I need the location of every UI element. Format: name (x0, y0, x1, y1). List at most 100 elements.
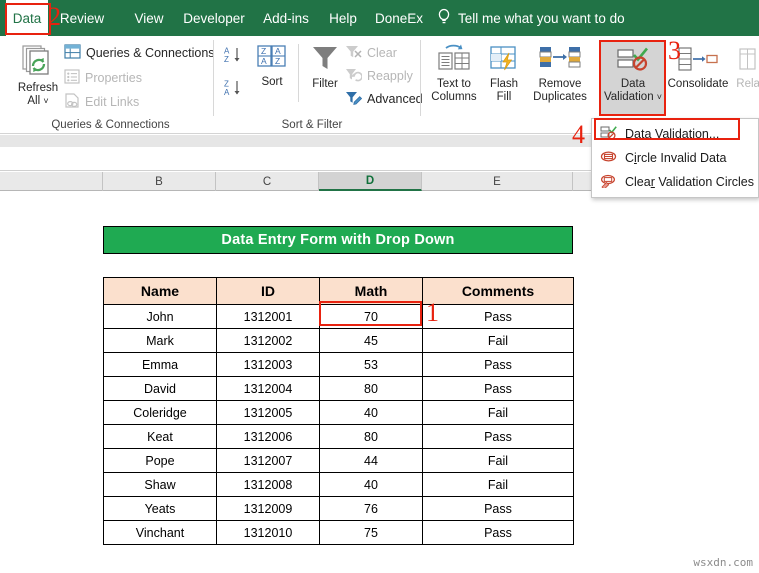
cell-comments[interactable]: Fail (423, 329, 574, 353)
filter-button[interactable]: Filter (303, 44, 347, 91)
consolidate-label: Consolidate (668, 78, 729, 91)
flash-fill-button[interactable]: Flash Fill (484, 44, 524, 104)
column-header-b[interactable]: B (103, 172, 216, 191)
svg-text:Z: Z (275, 56, 280, 66)
cell-name[interactable]: Coleridge (104, 401, 217, 425)
table-row[interactable]: John131200170Pass (104, 305, 574, 329)
cell-id[interactable]: 1312001 (217, 305, 320, 329)
annotation-number-4: 4 (572, 122, 585, 148)
cell-comments[interactable]: Pass (423, 425, 574, 449)
cell-name[interactable]: Keat (104, 425, 217, 449)
menu-item-clear-validation-circles[interactable]: Clear Validation Circles (592, 170, 758, 194)
cell-name[interactable]: Yeats (104, 497, 217, 521)
tab-review[interactable]: Review (55, 0, 109, 36)
sheet-title-banner: Data Entry Form with Drop Down (103, 226, 573, 254)
sort-descending-button[interactable]: ZA (224, 78, 246, 101)
tell-me-label: Tell me what you want to do (458, 11, 625, 26)
relationships-icon (738, 46, 759, 76)
cell-comments[interactable]: Pass (423, 353, 574, 377)
cell-math[interactable]: 44 (320, 449, 423, 473)
cell-id[interactable]: 1312008 (217, 473, 320, 497)
refresh-all-button[interactable]: Refresh All ˅ (10, 44, 66, 108)
cell-comments[interactable]: Fail (423, 473, 574, 497)
cell-id[interactable]: 1312003 (217, 353, 320, 377)
cell-id[interactable]: 1312002 (217, 329, 320, 353)
cell-math[interactable]: 70 (320, 305, 423, 329)
cell-name[interactable]: John (104, 305, 217, 329)
cell-math[interactable]: 80 (320, 377, 423, 401)
clear-filter-label: Clear (367, 46, 397, 60)
reapply-filter-button: Reapply (345, 67, 413, 85)
refresh-all-label-line2: All ˅ (27, 95, 48, 108)
queries-connections-button[interactable]: Queries & Connections (64, 44, 215, 62)
table-row[interactable]: Coleridge131200540Fail (104, 401, 574, 425)
remove-duplicates-label-line2: Duplicates (533, 91, 587, 104)
column-header-e[interactable]: E (422, 172, 573, 191)
data-validation-menu[interactable]: Data Validation... Circle Invalid Data C… (591, 118, 759, 198)
edit-links-icon (64, 93, 80, 111)
cell-name[interactable]: Shaw (104, 473, 217, 497)
cell-name[interactable]: Emma (104, 353, 217, 377)
tab-data[interactable]: Data (6, 0, 48, 36)
cell-name[interactable]: Mark (104, 329, 217, 353)
cell-id[interactable]: 1312004 (217, 377, 320, 401)
cell-math[interactable]: 80 (320, 425, 423, 449)
sort-ascending-button[interactable]: AZ (224, 45, 246, 68)
cell-id[interactable]: 1312005 (217, 401, 320, 425)
menu-item-circle-invalid-data[interactable]: Circle Invalid Data (592, 146, 758, 170)
tab-doneex[interactable]: DoneEx (371, 0, 427, 36)
cell-name[interactable]: Vinchant (104, 521, 217, 545)
data-validation-label-line2: Validation ˅ (604, 91, 662, 104)
excel-window: Data Review View Developer Add-ins Help … (0, 0, 759, 573)
tab-developer[interactable]: Developer (178, 0, 250, 36)
sort-a-to-z-icon: AZ (224, 45, 246, 68)
cell-comments[interactable]: Pass (423, 497, 574, 521)
tab-addins[interactable]: Add-ins (258, 0, 314, 36)
column-header-c[interactable]: C (216, 172, 319, 191)
table-row[interactable]: Vinchant131201075Pass (104, 521, 574, 545)
cell-math[interactable]: 45 (320, 329, 423, 353)
cell-comments[interactable]: Pass (423, 305, 574, 329)
cell-math[interactable]: 75 (320, 521, 423, 545)
cell-comments[interactable]: Pass (423, 377, 574, 401)
cell-comments[interactable]: Pass (423, 521, 574, 545)
menu-item-data-validation[interactable]: Data Validation... (592, 122, 758, 146)
cell-id[interactable]: 1312010 (217, 521, 320, 545)
cell-math[interactable]: 40 (320, 473, 423, 497)
table-row[interactable]: Pope131200744Fail (104, 449, 574, 473)
advanced-filter-button[interactable]: Advanced (345, 90, 423, 108)
tell-me-search[interactable]: Tell me what you want to do (437, 0, 625, 36)
relationships-button: Relati (731, 46, 759, 91)
cell-name[interactable]: David (104, 377, 217, 401)
text-to-columns-button[interactable]: Text to Columns (427, 44, 481, 104)
table-row[interactable]: Shaw131200840Fail (104, 473, 574, 497)
cell-id[interactable]: 1312007 (217, 449, 320, 473)
table-row[interactable]: Mark131200245Fail (104, 329, 574, 353)
cell-id[interactable]: 1312006 (217, 425, 320, 449)
group-divider-sort-filter-inner (298, 44, 299, 102)
cell-name[interactable]: Pope (104, 449, 217, 473)
reapply-filter-icon (345, 67, 362, 85)
cell-id[interactable]: 1312009 (217, 497, 320, 521)
tab-help[interactable]: Help (323, 0, 363, 36)
table-row[interactable]: Emma131200353Pass (104, 353, 574, 377)
data-validation-button[interactable]: Data Validation ˅ (601, 46, 665, 104)
sort-button[interactable]: ZAAZ Sort (250, 44, 294, 89)
table-row[interactable]: Keat131200680Pass (104, 425, 574, 449)
table-row[interactable]: David131200480Pass (104, 377, 574, 401)
tab-view-label: View (134, 11, 163, 26)
queries-connections-label: Queries & Connections (86, 46, 215, 60)
tab-view[interactable]: View (128, 0, 170, 36)
cell-comments[interactable]: Fail (423, 401, 574, 425)
lightbulb-icon (437, 8, 451, 28)
cell-comments[interactable]: Fail (423, 449, 574, 473)
clear-filter-button: Clear (345, 44, 397, 62)
cell-math[interactable]: 53 (320, 353, 423, 377)
cell-math[interactable]: 40 (320, 401, 423, 425)
cell-math[interactable]: 76 (320, 497, 423, 521)
column-header-corner[interactable] (0, 172, 103, 191)
sort-icon: ZAAZ (255, 44, 289, 74)
remove-duplicates-button[interactable]: Remove Duplicates (527, 44, 593, 104)
column-header-d[interactable]: D (319, 172, 422, 191)
table-row[interactable]: Yeats131200976Pass (104, 497, 574, 521)
